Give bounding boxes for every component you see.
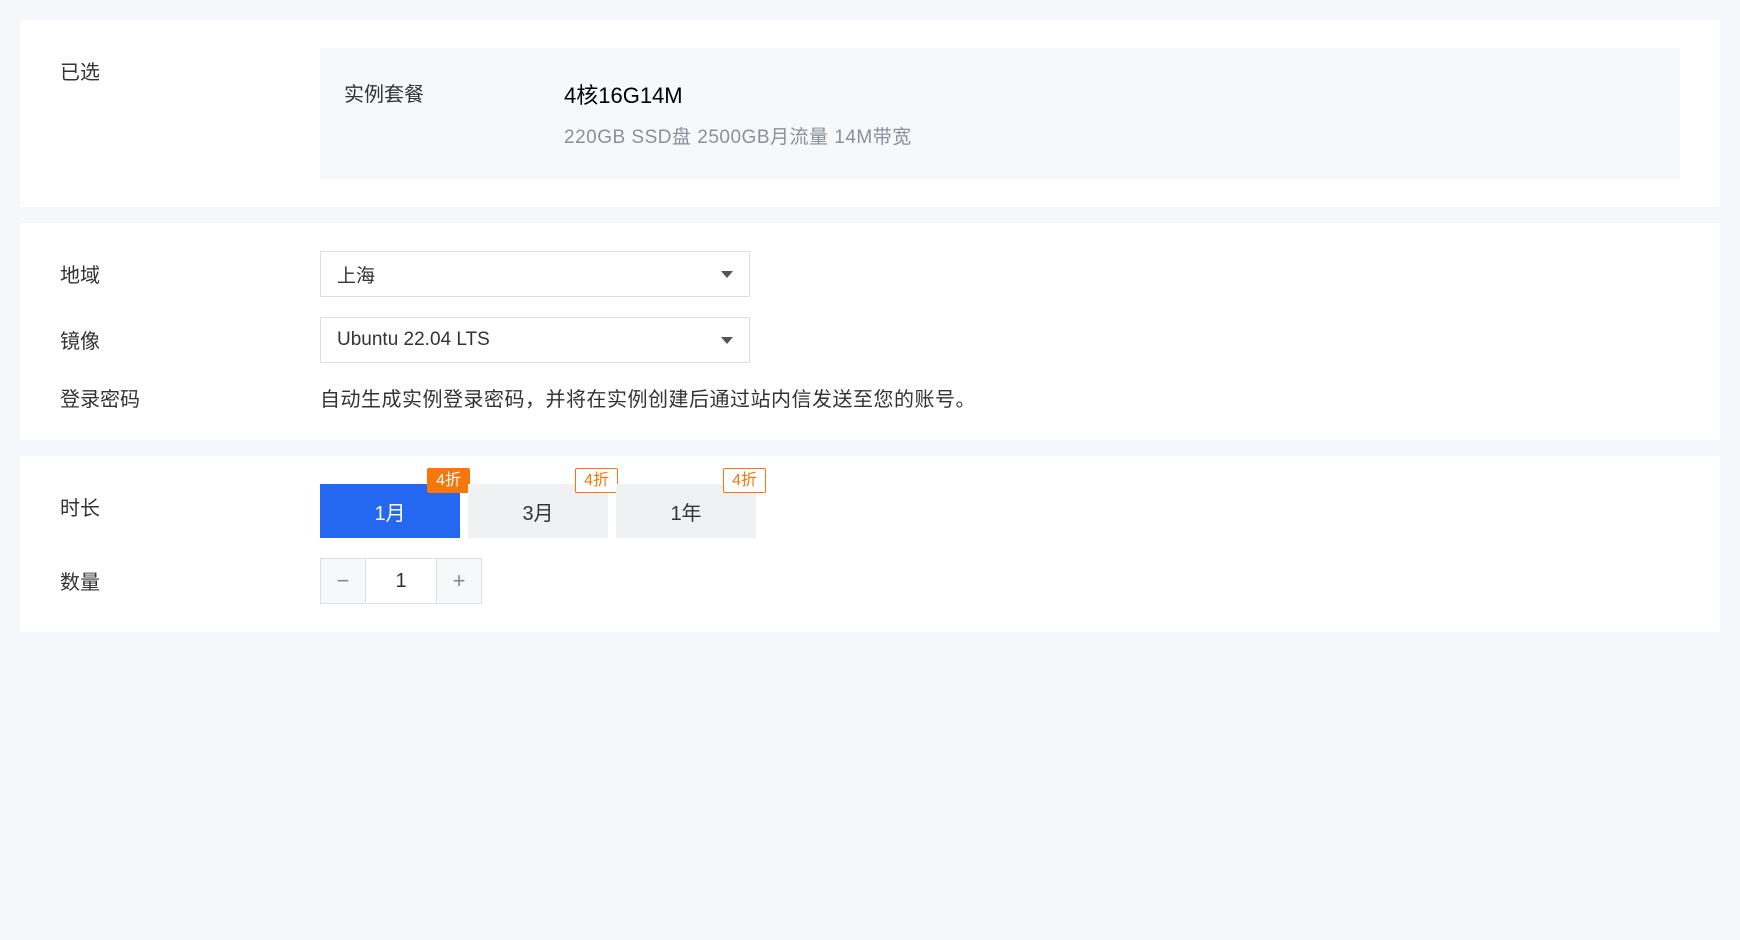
duration-option-1month[interactable]: 4折 1月 (320, 484, 460, 538)
password-label: 登录密码 (60, 383, 320, 412)
chevron-down-icon (721, 271, 733, 278)
image-select-value: Ubuntu 22.04 LTS (337, 329, 490, 351)
region-label: 地域 (60, 251, 320, 288)
image-label: 镜像 (60, 317, 320, 354)
duration-option-label: 3月 (522, 497, 553, 526)
package-label: 实例套餐 (344, 78, 564, 107)
discount-badge: 4折 (723, 468, 766, 493)
duration-group: 4折 1月 4折 3月 4折 1年 (320, 484, 1680, 538)
quantity-stepper: − 1 + (320, 558, 1680, 604)
chevron-down-icon (721, 337, 733, 344)
duration-option-3month[interactable]: 4折 3月 (468, 484, 608, 538)
package-detail: 220GB SSD盘 2500GB月流量 14M带宽 (564, 122, 1656, 149)
discount-badge: 4折 (427, 468, 470, 493)
image-select[interactable]: Ubuntu 22.04 LTS (320, 317, 750, 363)
summary-box: 实例套餐 4核16G14M 220GB SSD盘 2500GB月流量 14M带宽 (320, 48, 1680, 179)
config-panel: 地域 上海 镜像 Ubuntu 22.04 LTS 登录密码 自动生成实例登录密… (20, 223, 1720, 440)
selected-panel: 已选 实例套餐 4核16G14M 220GB SSD盘 2500GB月流量 14… (20, 20, 1720, 207)
duration-option-1year[interactable]: 4折 1年 (616, 484, 756, 538)
duration-option-label: 1月 (374, 497, 405, 526)
quantity-increment-button[interactable]: + (436, 558, 482, 604)
region-select-value: 上海 (337, 261, 375, 288)
password-text: 自动生成实例登录密码，并将在实例创建后通过站内信发送至您的账号。 (320, 383, 1680, 412)
quantity-decrement-button[interactable]: − (320, 558, 366, 604)
region-select[interactable]: 上海 (320, 251, 750, 297)
quantity-value: 1 (366, 558, 436, 604)
quantity-label: 数量 (60, 558, 320, 595)
package-value: 4核16G14M (564, 78, 1656, 110)
selected-label: 已选 (60, 48, 320, 85)
duration-option-label: 1年 (670, 497, 701, 526)
duration-label: 时长 (60, 484, 320, 521)
purchase-panel: 时长 4折 1月 4折 3月 4折 1年 数量 − (20, 456, 1720, 632)
discount-badge: 4折 (575, 468, 618, 493)
